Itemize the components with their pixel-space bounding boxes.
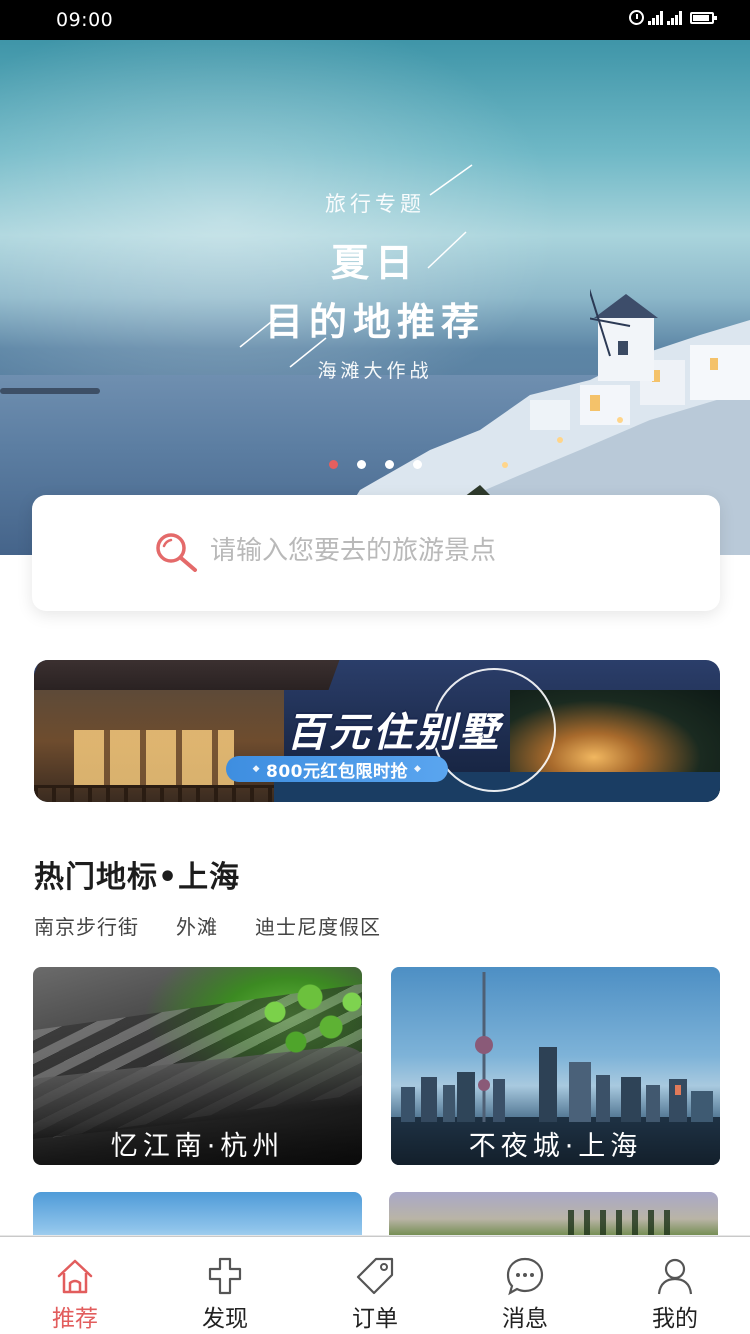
tab-recommend[interactable]: 推荐 [0,1237,150,1334]
status-bar: 09:00 [0,0,750,40]
tag-item[interactable]: 外滩 [176,911,218,940]
hero-title-line2: 目的地推荐 [264,300,485,344]
hero-caption: 旅行专题 夏日 目的地推荐 海滩大作战 [0,188,750,383]
card-label: 不夜城·上海 [391,1121,720,1165]
hero-kicker: 旅行专题 [325,192,425,216]
signal-icon-2 [667,10,682,25]
battery-icon [690,11,717,24]
order-tag-icon [356,1257,394,1295]
search-card [32,495,720,611]
status-icons [629,10,717,25]
promo-banner[interactable]: 百元住别墅 800元红包限时抢 [34,660,720,802]
alarm-icon [629,10,644,25]
hero-subtitle: 海滩大作战 [317,360,433,382]
hero-title-line1: 夏日 [330,241,419,285]
message-icon [506,1257,544,1296]
status-time: 09:00 [56,9,114,31]
promo-title: 百元住别墅 [286,710,502,756]
tab-label: 消息 [502,1306,548,1332]
search-icon[interactable] [154,532,200,572]
discover-icon [208,1257,242,1295]
tab-profile[interactable]: 我的 [600,1237,750,1334]
search-input[interactable] [210,531,690,571]
tab-orders[interactable]: 订单 [300,1237,450,1334]
promo-tagline: 800元红包限时抢 [226,756,448,782]
tag-item[interactable]: 南京步行街 [34,911,139,940]
carousel-dot-4[interactable] [412,460,422,469]
tab-label: 发现 [202,1306,248,1332]
tag-row: 南京步行街 外滩 迪士尼度假区 [34,911,381,940]
carousel-dot-3[interactable] [384,460,394,469]
destination-card-hangzhou[interactable]: 忆江南·杭州 [33,967,362,1165]
bottom-tab-bar: 推荐 发现 订单 消息 我的 [0,1236,750,1334]
carousel-indicator [0,460,750,469]
carousel-dot-1[interactable] [328,460,338,469]
tab-label: 推荐 [52,1306,98,1332]
tab-discover[interactable]: 发现 [150,1237,300,1334]
section-title-hot: 热门地标•上海 [34,860,241,895]
profile-icon [657,1258,693,1295]
tab-messages[interactable]: 消息 [450,1237,600,1334]
leaves-decor [233,972,362,1072]
card-label: 忆江南·杭州 [33,1121,362,1165]
home-icon [57,1259,93,1294]
carousel-dot-2[interactable] [356,460,366,469]
tab-label: 订单 [352,1306,398,1332]
destination-card-shanghai[interactable]: 不夜城·上海 [391,967,720,1165]
hero-banner[interactable]: 旅行专题 夏日 目的地推荐 海滩大作战 [0,40,750,555]
signal-icon [648,10,663,25]
tag-item[interactable]: 迪士尼度假区 [255,911,381,940]
tab-label: 我的 [652,1306,698,1332]
